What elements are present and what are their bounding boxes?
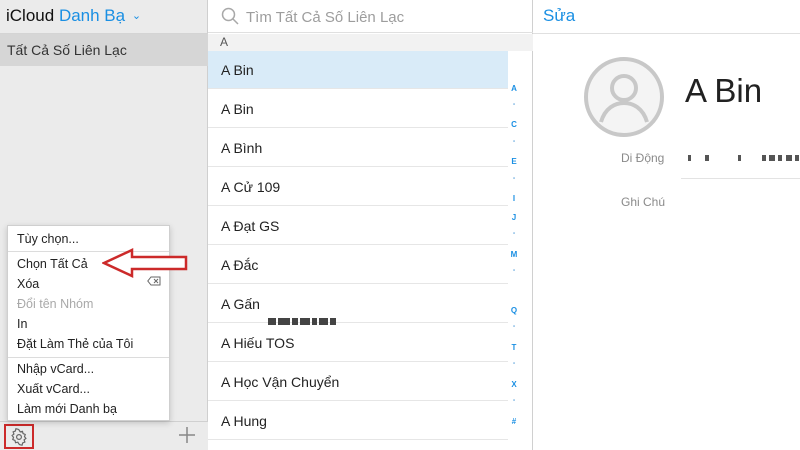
divider <box>533 33 800 34</box>
index-letter[interactable]: I <box>507 194 521 203</box>
index-dot[interactable]: • <box>507 102 521 108</box>
app-title[interactable]: iCloud Danh Bạ ⌄ <box>6 6 141 26</box>
contact-row[interactable]: A Học Vận Chuyển <box>208 363 508 401</box>
section-header-a: A <box>208 34 533 51</box>
settings-gear-button[interactable] <box>4 424 34 449</box>
contact-name: A Gấn <box>221 296 260 312</box>
contacts-list-pane: A A Bin A Bin A Bình A Cử 109 A Đạt GS A… <box>208 0 533 450</box>
menu-item-delete[interactable]: Xóa <box>17 277 39 291</box>
contact-row[interactable]: A Cử 109 <box>208 168 508 206</box>
contact-name: A Hung <box>221 413 267 429</box>
menu-item-rename-group[interactable]: Đổi tên Nhóm <box>17 297 93 311</box>
contact-name: A Hiếu TOS <box>221 335 295 351</box>
avatar-placeholder-icon <box>584 57 664 137</box>
contact-row[interactable]: A Hung <box>208 402 508 440</box>
index-letter[interactable]: X <box>507 380 521 389</box>
search-bar <box>208 0 533 33</box>
index-dot[interactable]: • <box>507 398 521 404</box>
app-name: iCloud <box>6 6 55 25</box>
menu-item-preferences[interactable]: Tùy chọn... <box>17 232 79 246</box>
index-dot[interactable]: • <box>507 268 521 274</box>
index-letter[interactable]: T <box>507 343 521 352</box>
redacted-text <box>267 301 338 326</box>
contact-row[interactable]: A Gấn <box>208 285 508 326</box>
index-letter[interactable]: M <box>507 250 521 259</box>
contact-name: A Học Vận Chuyển <box>221 374 340 390</box>
index-letter[interactable]: Q <box>507 306 521 315</box>
redacted-phone-number <box>688 155 799 161</box>
contact-row[interactable]: A Bin <box>208 90 508 128</box>
index-dot[interactable]: • <box>507 231 521 237</box>
contact-full-name: A Bin <box>685 72 763 109</box>
contact-row[interactable]: A Đạt GS <box>208 207 508 245</box>
index-letter[interactable]: E <box>507 157 521 166</box>
divider <box>681 178 800 179</box>
contact-row[interactable]: A Đắc <box>208 246 508 284</box>
contact-row[interactable]: A Hiếu TOS <box>208 324 508 362</box>
annotation-arrow-icon <box>102 248 188 278</box>
menu-item-export-vcard[interactable]: Xuất vCard... <box>17 382 90 396</box>
contact-name: A Bin <box>221 62 254 78</box>
gear-icon <box>11 427 27 446</box>
contact-row[interactable]: A Bình <box>208 129 508 167</box>
menu-item-import-vcard[interactable]: Nhập vCard... <box>17 362 94 376</box>
add-contact-button[interactable] <box>177 425 197 445</box>
note-label: Ghi Chú <box>621 195 666 209</box>
menu-item-make-my-card[interactable]: Đặt Làm Thẻ của Tôi <box>17 337 133 351</box>
mobile-label: Di Động <box>621 151 665 165</box>
index-letter[interactable]: A <box>507 84 521 93</box>
index-dot[interactable]: • <box>507 176 521 182</box>
menu-item-print[interactable]: In <box>17 317 27 331</box>
group-all-contacts[interactable]: Tất Cả Số Liên Lạc <box>0 34 208 66</box>
plus-icon <box>179 427 195 443</box>
menu-item-select-all[interactable]: Chọn Tất Cả <box>17 257 88 271</box>
edit-button[interactable]: Sửa <box>543 6 575 26</box>
menu-item-refresh-contacts[interactable]: Làm mới Danh bạ <box>17 402 117 416</box>
contact-name: A Cử 109 <box>221 179 281 195</box>
contact-name: A Đạt GS <box>221 218 280 234</box>
index-dot[interactable]: • <box>507 361 521 367</box>
chevron-down-icon[interactable]: ⌄ <box>132 9 141 22</box>
contact-row[interactable]: A Bin <box>208 51 508 89</box>
index-letter[interactable]: J <box>507 213 521 222</box>
contact-name: A Bin <box>221 101 254 117</box>
index-dot[interactable]: • <box>507 324 521 330</box>
search-icon <box>221 7 239 25</box>
index-dot[interactable]: • <box>507 139 521 145</box>
contact-name: A Bình <box>221 140 263 156</box>
contact-name: A Đắc <box>221 257 259 273</box>
alphabet-index[interactable]: A • C • E • I J • M • Q • T • X • # <box>507 78 521 438</box>
index-letter[interactable]: # <box>507 417 521 426</box>
index-letter[interactable]: C <box>507 120 521 129</box>
search-input[interactable] <box>244 6 508 28</box>
contact-detail-pane: Sửa A Bin Di Động Ghi Chú <box>533 0 800 450</box>
section-switcher[interactable]: Danh Bạ <box>59 6 125 25</box>
menu-divider <box>8 357 169 358</box>
